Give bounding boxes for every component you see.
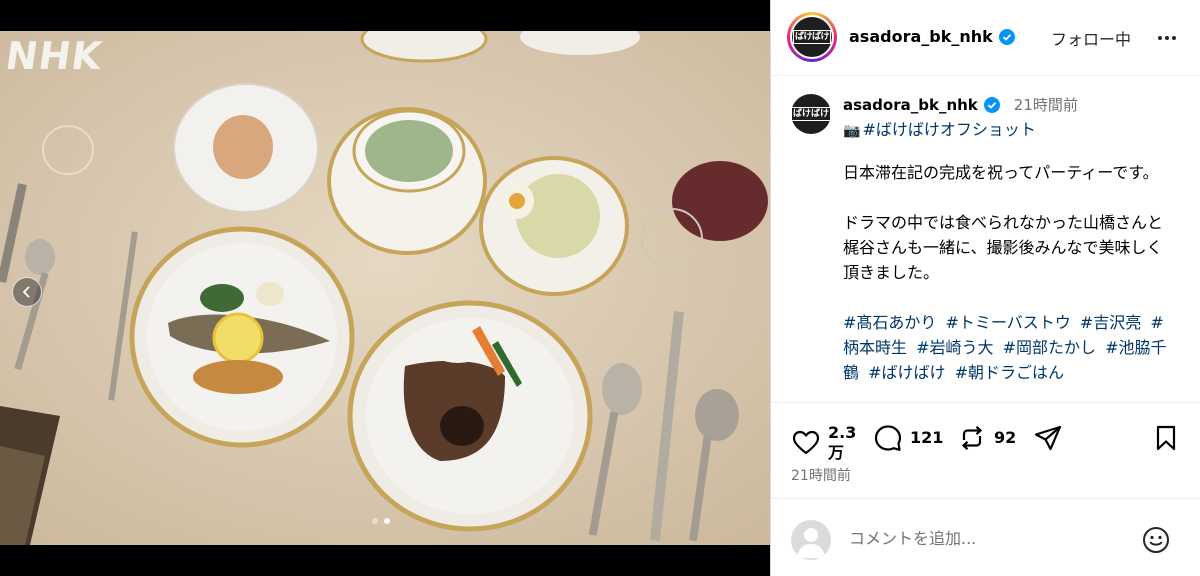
- post-timestamp[interactable]: 21時間前: [791, 465, 851, 485]
- comments-count[interactable]: 121: [910, 427, 943, 449]
- header-username-row[interactable]: asadora_bk_nhk: [849, 27, 1015, 46]
- caption-username[interactable]: asadora_bk_nhk: [843, 96, 978, 114]
- share-button[interactable]: [1033, 423, 1063, 453]
- hashtag-link[interactable]: #髙石あかり: [843, 313, 936, 332]
- action-bar: 2.3万 121 92 21時間前: [771, 402, 1200, 498]
- hashtag-link[interactable]: #吉沢亮: [1080, 313, 1141, 332]
- caption-avatar[interactable]: ばけばけ: [791, 94, 831, 134]
- more-horizontal-icon: [1158, 36, 1176, 40]
- caption-paragraph: ドラマの中では食べられなかった山橋さんと梶谷さんも一緒に、撮影後みんなで美味しく…: [843, 213, 1164, 282]
- verified-badge-icon: [998, 28, 1015, 45]
- comment-icon: [874, 425, 902, 451]
- camera-icon: 📷: [843, 123, 861, 139]
- caption-tag-line: 📷 #ばけばけオフショット: [843, 116, 1036, 140]
- caption-avatar-text: ばけばけ: [791, 107, 831, 121]
- caption-section: ばけばけ asadora_bk_nhk 21時間前 📷 #ばけばけオフショット 日…: [771, 76, 1200, 402]
- avatar: ばけばけ: [792, 17, 832, 57]
- save-button[interactable]: [1151, 423, 1181, 453]
- comment-input[interactable]: [849, 529, 1129, 548]
- avatar-text: ばけばけ: [792, 30, 831, 44]
- comment-bar: [771, 498, 1200, 576]
- bookmark-icon: [1156, 425, 1176, 451]
- post-header: ばけばけ asadora_bk_nhk フォロー中: [771, 0, 1200, 76]
- following-button[interactable]: フォロー中: [1051, 26, 1131, 50]
- more-options-button[interactable]: [1155, 26, 1179, 50]
- chevron-left-icon: [22, 286, 30, 298]
- post-photo: [0, 31, 770, 545]
- caption-timestamp[interactable]: 21時間前: [1014, 94, 1078, 115]
- carousel-indicator: [372, 518, 390, 524]
- emoji-icon[interactable]: [1141, 525, 1171, 555]
- post-media[interactable]: NHK: [0, 0, 770, 576]
- repost-button[interactable]: 92: [957, 423, 1016, 453]
- carousel-prev-button[interactable]: [12, 277, 42, 307]
- caption-user-row: asadora_bk_nhk 21時間前: [843, 94, 1078, 115]
- offshot-hashtag[interactable]: #ばけばけオフショット: [862, 120, 1035, 139]
- caption-body: 日本滞在記の完成を祝ってパーティーです。 ドラマの中では食べられなかった山橋さん…: [843, 160, 1178, 385]
- user-avatar: [791, 520, 831, 560]
- heart-icon: [792, 430, 820, 455]
- hashtag-link[interactable]: #岡部たかし: [1003, 338, 1096, 357]
- likes-count[interactable]: 2.3万: [828, 423, 856, 463]
- hashtag-link[interactable]: #岩崎う大: [916, 338, 993, 357]
- hashtag-link[interactable]: #ばけばけ: [868, 363, 945, 382]
- like-button[interactable]: 2.3万: [791, 423, 856, 463]
- nhk-watermark: NHK: [2, 34, 106, 78]
- carousel-dot-active: [384, 518, 390, 524]
- caption-hashtags: #髙石あかり #トミーバストウ #吉沢亮 #柄本時生 #岩崎う大 #岡部たかし …: [843, 310, 1178, 385]
- reposts-count[interactable]: 92: [994, 427, 1016, 449]
- post-side-panel: ばけばけ asadora_bk_nhk フォロー中 ばけばけ asadora_b…: [770, 0, 1200, 576]
- hashtag-link[interactable]: #トミーバストウ: [946, 313, 1071, 332]
- caption-paragraph: 日本滞在記の完成を祝ってパーティーです。: [843, 163, 1159, 182]
- hashtag-link[interactable]: #朝ドラごはん: [955, 363, 1064, 382]
- verified-badge-icon: [983, 96, 1000, 113]
- default-avatar-icon: [797, 528, 825, 558]
- repost-icon: [961, 425, 983, 451]
- send-icon: [1034, 425, 1062, 451]
- carousel-dot: [372, 518, 378, 524]
- comment-button[interactable]: 121: [873, 423, 943, 453]
- header-username[interactable]: asadora_bk_nhk: [849, 27, 993, 46]
- story-ring[interactable]: ばけばけ: [787, 12, 837, 62]
